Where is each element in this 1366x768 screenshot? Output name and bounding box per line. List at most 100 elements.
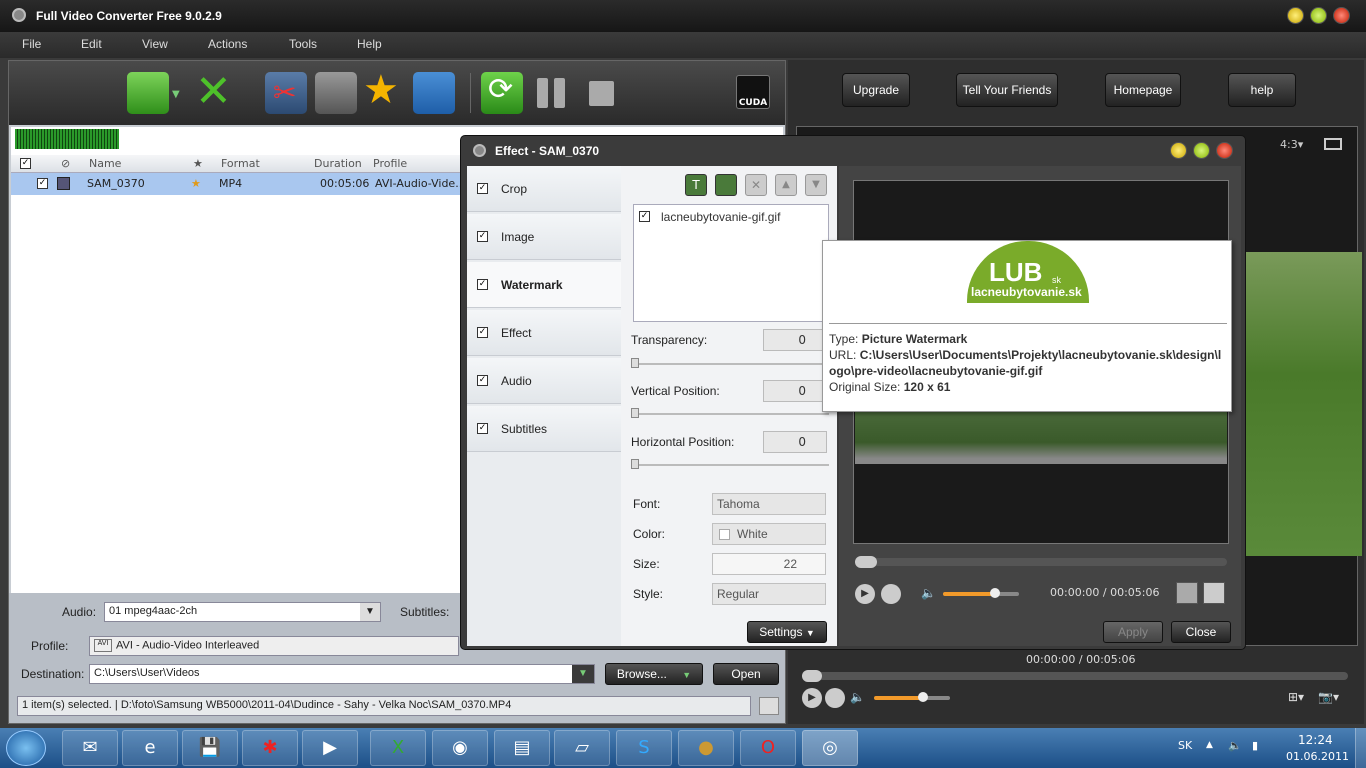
effect-star-icon[interactable]: ★	[363, 67, 399, 113]
layout-icon[interactable]: ⊞▾	[1288, 690, 1304, 704]
clock-time[interactable]: 12:24	[1298, 733, 1333, 747]
log-icon[interactable]	[759, 697, 779, 715]
opera-icon[interactable]: O	[740, 730, 796, 766]
menu-help[interactable]: Help	[357, 37, 382, 51]
font-select[interactable]: Tahoma	[712, 493, 826, 515]
explorer-icon[interactable]: ▱	[554, 730, 610, 766]
tab-effect[interactable]: ✓ Effect	[467, 310, 621, 356]
video-converter-icon[interactable]: ◎	[802, 730, 858, 766]
network-tray-icon[interactable]: ▮	[1252, 739, 1258, 752]
merge-icon[interactable]	[315, 72, 357, 114]
audio-select[interactable]: 01 mpeg4aac-2ch ▼	[104, 602, 381, 622]
dialog-maximize-button[interactable]	[1193, 142, 1210, 159]
tab-subtitles[interactable]: ✓ Subtitles	[467, 406, 621, 452]
tab-image[interactable]: ✓ Image	[467, 214, 621, 260]
dialog-stop-icon[interactable]	[881, 584, 901, 604]
vertical-position-slider[interactable]	[633, 413, 829, 415]
floppy-icon[interactable]: 💾	[182, 730, 238, 766]
delete-watermark-icon[interactable]: ✕	[745, 174, 767, 196]
menu-actions[interactable]: Actions	[208, 37, 247, 51]
settings-button[interactable]: Settings ▼	[747, 621, 827, 643]
dialog-seek-knob[interactable]	[855, 556, 877, 568]
start-button[interactable]	[6, 730, 46, 766]
snapshot-icon[interactable]	[1324, 138, 1342, 150]
language-indicator[interactable]: SK	[1178, 739, 1192, 752]
maximize-button[interactable]	[1310, 7, 1327, 24]
help-button[interactable]: help	[1228, 73, 1296, 107]
transparency-slider[interactable]	[633, 363, 829, 365]
add-video-icon[interactable]	[127, 72, 169, 114]
stop-icon[interactable]	[589, 81, 614, 106]
dialog-close-button[interactable]	[1216, 142, 1233, 159]
column-profile[interactable]: Profile	[373, 157, 407, 170]
acorn-icon[interactable]: ●	[678, 730, 734, 766]
destination-input[interactable]: C:\Users\User\Videos ▼	[89, 664, 595, 684]
column-name[interactable]: Name	[89, 157, 121, 170]
crop-checkbox[interactable]: ✓	[477, 183, 488, 194]
tab-watermark[interactable]: ✓ Watermark	[467, 262, 627, 308]
profile-select[interactable]: AVI AVI - Audio-Video Interleaved	[89, 636, 459, 656]
watermark-item-checkbox[interactable]: ✓	[639, 211, 650, 222]
size-select[interactable]: 22	[712, 553, 826, 575]
dialog-volume-slider[interactable]	[943, 592, 1019, 596]
upgrade-button[interactable]: Upgrade	[842, 73, 910, 107]
open-button[interactable]: Open	[713, 663, 779, 685]
transparency-knob[interactable]	[631, 358, 639, 368]
preview-seek-bar[interactable]	[802, 672, 1348, 680]
paint-splash-icon[interactable]: ✱	[242, 730, 298, 766]
horizontal-position-knob[interactable]	[631, 459, 639, 469]
horizontal-position-spinner[interactable]: 0	[763, 431, 827, 453]
settings-dropdown-icon[interactable]: ▼	[806, 628, 815, 638]
watermark-item-label[interactable]: lacneubytovanie-gif.gif	[661, 210, 780, 224]
split-view-icon[interactable]	[1203, 582, 1225, 604]
menu-view[interactable]: View	[142, 37, 168, 51]
camera-icon[interactable]: 📷▾	[1318, 690, 1339, 704]
image-checkbox[interactable]: ✓	[477, 231, 488, 242]
style-select[interactable]: Regular	[712, 583, 826, 605]
remove-icon[interactable]: ✕	[195, 67, 232, 117]
dialog-volume-icon[interactable]: 🔈	[921, 586, 936, 600]
column-format[interactable]: Format	[221, 157, 260, 170]
column-duration[interactable]: Duration	[314, 157, 362, 170]
volume-knob[interactable]	[918, 692, 928, 702]
show-desktop-button[interactable]	[1355, 728, 1366, 768]
skype-icon[interactable]: S	[616, 730, 672, 766]
row-star-icon[interactable]: ★	[191, 177, 201, 190]
tell-friends-button[interactable]: Tell Your Friends	[956, 73, 1058, 107]
preview-seek-knob[interactable]	[802, 670, 822, 682]
stop-icon[interactable]	[825, 688, 845, 708]
excel-icon[interactable]: X	[370, 730, 426, 766]
close-dialog-button[interactable]: Close	[1171, 621, 1231, 643]
column-star-icon[interactable]: ★	[193, 157, 203, 170]
close-button[interactable]	[1333, 7, 1350, 24]
effect-checkbox[interactable]: ✓	[477, 327, 488, 338]
pause-icon[interactable]	[537, 78, 567, 108]
tab-crop[interactable]: ✓ Crop	[467, 166, 621, 212]
show-hidden-icons[interactable]: ▲	[1206, 740, 1213, 750]
select-all-checkbox[interactable]: ✓	[20, 158, 31, 169]
convert-icon[interactable]: ⟳	[481, 72, 523, 114]
browse-button[interactable]: Browse... ▼	[605, 663, 703, 685]
clock-date[interactable]: 01.06.2011	[1286, 750, 1349, 763]
move-down-icon[interactable]: ▼	[805, 174, 827, 196]
tab-audio[interactable]: ✓ Audio	[467, 358, 621, 404]
volume-icon[interactable]: 🔈	[850, 690, 865, 704]
media-player-icon[interactable]: ▶	[302, 730, 358, 766]
horizontal-position-slider[interactable]	[633, 464, 829, 466]
dialog-minimize-button[interactable]	[1170, 142, 1187, 159]
minimize-button[interactable]	[1287, 7, 1304, 24]
add-dropdown-icon[interactable]: ▼	[172, 89, 180, 100]
internet-explorer-icon[interactable]: e	[122, 730, 178, 766]
add-text-watermark-icon[interactable]: T	[685, 174, 707, 196]
single-view-icon[interactable]	[1176, 582, 1198, 604]
menu-file[interactable]: File	[22, 37, 41, 51]
destination-dropdown-icon[interactable]: ▼	[572, 665, 594, 683]
vertical-position-knob[interactable]	[631, 408, 639, 418]
volume-tray-icon[interactable]: 🔈	[1228, 739, 1242, 752]
apply-button[interactable]: Apply	[1103, 621, 1163, 643]
chrome-icon[interactable]: ◉	[432, 730, 488, 766]
watermark-checkbox[interactable]: ✓	[477, 279, 488, 290]
browse-dropdown-icon[interactable]: ▼	[682, 670, 691, 680]
add-image-watermark-icon[interactable]	[715, 174, 737, 196]
play-icon[interactable]: ▶	[802, 688, 822, 708]
